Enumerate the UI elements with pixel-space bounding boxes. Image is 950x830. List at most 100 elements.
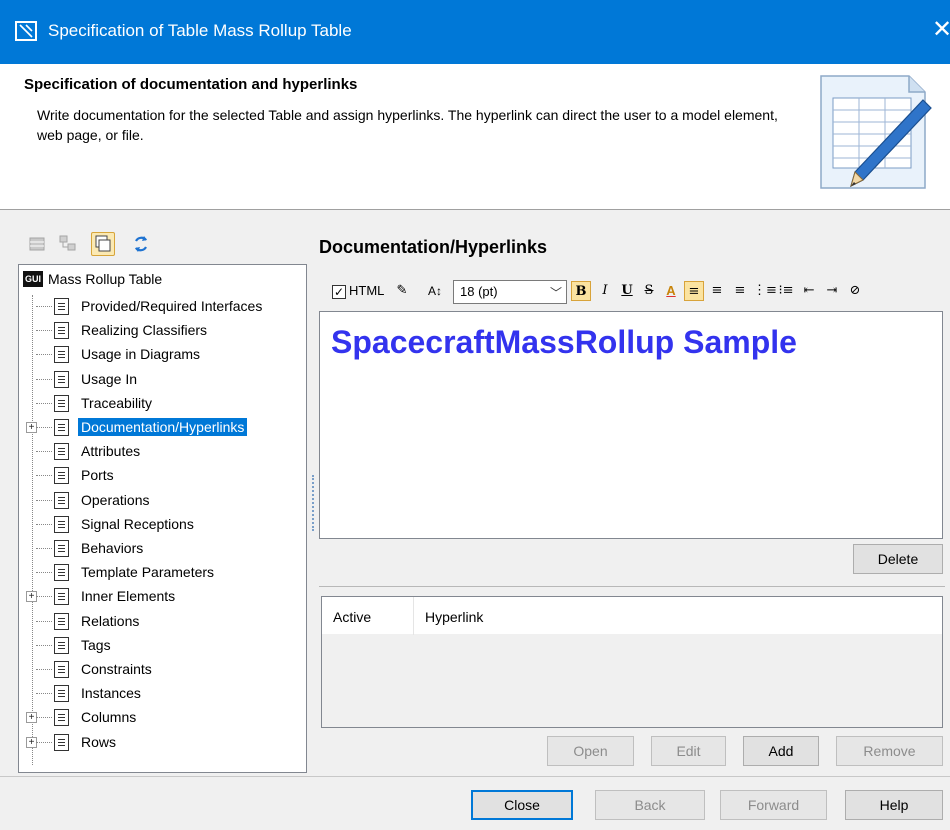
outdent-icon[interactable]: ⇤: [799, 281, 819, 301]
tree-connector: [36, 451, 52, 453]
back-button[interactable]: Back: [595, 790, 705, 820]
table-body: [322, 635, 942, 727]
tree-connector: [36, 644, 52, 646]
tree-connector: [36, 427, 52, 428]
strikethrough-button[interactable]: S: [639, 281, 659, 301]
property-page-icon: [54, 636, 69, 654]
app-icon: [15, 21, 37, 41]
bold-button[interactable]: B: [571, 281, 591, 301]
forward-button[interactable]: Forward: [720, 790, 827, 820]
tree-connector: [36, 378, 52, 380]
html-checkbox-label: HTML: [349, 283, 385, 298]
property-page-icon: [54, 419, 69, 436]
tree-item-label: Attributes: [81, 443, 141, 460]
section-title: Documentation/Hyperlinks: [319, 237, 548, 257]
tree-item-label: Template Parameters: [81, 564, 215, 581]
property-page-icon: [54, 322, 69, 340]
tree-connector: [36, 669, 52, 670]
tree-view-icon[interactable]: [56, 232, 80, 256]
font-size-select[interactable]: 18 (pt) ﹀: [453, 280, 567, 304]
property-page-icon: [54, 515, 69, 533]
tree-item-label: Rows: [81, 733, 117, 750]
tree-connector: [36, 402, 52, 404]
tree-connector: [36, 717, 52, 719]
property-page-icon: [54, 540, 69, 557]
editor-content: SpacecraftMassRollup Sample: [331, 324, 797, 360]
italic-button[interactable]: I: [595, 281, 615, 301]
property-page-icon: [54, 298, 69, 315]
tree-connector: [36, 475, 52, 477]
property-page-icon: [54, 370, 69, 388]
header-title: Specification of documentation and hyper…: [24, 76, 358, 93]
property-page-icon: [54, 685, 69, 703]
bullet-list-icon[interactable]: ⁝≡: [776, 281, 796, 301]
property-page-icon: [54, 394, 69, 412]
column-header-active[interactable]: Active: [333, 609, 371, 625]
column-separator: [413, 597, 414, 635]
align-center-icon[interactable]: ≡: [707, 281, 727, 301]
documentation-editor[interactable]: SpacecraftMassRollup Sample: [319, 311, 943, 539]
tree-connector: [36, 523, 52, 525]
table-header: Active Hyperlink: [322, 597, 942, 635]
footer-divider: [0, 776, 950, 777]
font-size-icon: A↕: [427, 284, 442, 298]
text-color-button[interactable]: A: [661, 281, 681, 301]
tree-connector: [36, 693, 52, 695]
property-page-icon: [54, 443, 69, 461]
remove-button[interactable]: Remove: [836, 736, 943, 766]
tree-connector: [36, 330, 52, 332]
tree-connector: [36, 499, 52, 501]
tree-item-label: Behaviors: [81, 540, 144, 556]
tree-connector: [32, 295, 33, 765]
tree-item-label: Traceability: [81, 394, 153, 411]
tree-item-label: Realizing Classifiers: [81, 322, 208, 339]
align-right-icon[interactable]: ≡: [730, 281, 750, 301]
property-page-icon: [54, 491, 69, 509]
tree-item-label: Documentation/Hyperlinks: [78, 418, 248, 436]
property-page-icon: [54, 612, 69, 630]
tree-item-label: Operations: [81, 491, 150, 508]
indent-icon[interactable]: ⇥: [822, 281, 842, 301]
navigation-tree[interactable]: GUI Mass Rollup Table Provided/Required …: [18, 264, 307, 773]
refresh-icon[interactable]: [129, 232, 153, 256]
align-left-icon[interactable]: ≡: [684, 281, 704, 301]
tree-connector: [36, 596, 52, 598]
tree-connector: [36, 548, 52, 549]
tree-item-label: Ports: [81, 467, 114, 484]
tree-connector: [36, 572, 52, 574]
window-title: Specification of Table Mass Rollup Table: [48, 21, 352, 40]
format-painter-icon[interactable]: ✎: [392, 281, 412, 301]
document-pencil-icon: [813, 70, 935, 200]
tree-item-label: Usage In: [81, 370, 138, 387]
property-page-icon: [54, 467, 69, 485]
close-button[interactable]: Close: [471, 790, 573, 820]
hyperlinks-table[interactable]: Active Hyperlink: [321, 596, 943, 728]
table-view-icon[interactable]: [26, 232, 50, 256]
edit-button[interactable]: Edit: [651, 736, 726, 766]
help-button[interactable]: Help: [845, 790, 943, 820]
column-header-hyperlink[interactable]: Hyperlink: [425, 609, 483, 625]
open-button[interactable]: Open: [547, 736, 634, 766]
duplicate-view-icon[interactable]: [91, 232, 115, 256]
property-page-icon: [54, 346, 69, 364]
underline-button[interactable]: U: [617, 281, 637, 301]
tree-item-label: Instances: [81, 685, 141, 702]
property-page-icon: [54, 709, 69, 727]
html-checkbox[interactable]: ✓: [332, 285, 346, 299]
editor-toolbar: ✓ HTML ✎ A↕ 18 (pt) ﹀ B I U S A ≡ ≡ ≡ ⋮≡…: [320, 279, 945, 307]
delete-button[interactable]: Delete: [853, 544, 943, 574]
numbered-list-icon[interactable]: ⋮≡: [753, 281, 777, 301]
tree-connector: [36, 306, 52, 307]
hyperlink-icon[interactable]: ⊘: [845, 281, 865, 301]
chevron-down-icon: ﹀: [549, 286, 562, 300]
tree-item-label: Constraints: [81, 661, 152, 677]
close-window-icon[interactable]: ✕: [932, 16, 950, 44]
tree-item-label: Provided/Required Interfaces: [81, 298, 263, 314]
tree-connector: [36, 741, 52, 743]
tree-item-label: Tags: [81, 636, 111, 653]
tree-item-label: Usage in Diagrams: [81, 346, 201, 363]
pane-splitter[interactable]: [312, 475, 316, 531]
tree-item-label: Inner Elements: [81, 588, 176, 605]
add-button[interactable]: Add: [743, 736, 819, 766]
gui-table-icon: GUI: [23, 271, 43, 287]
